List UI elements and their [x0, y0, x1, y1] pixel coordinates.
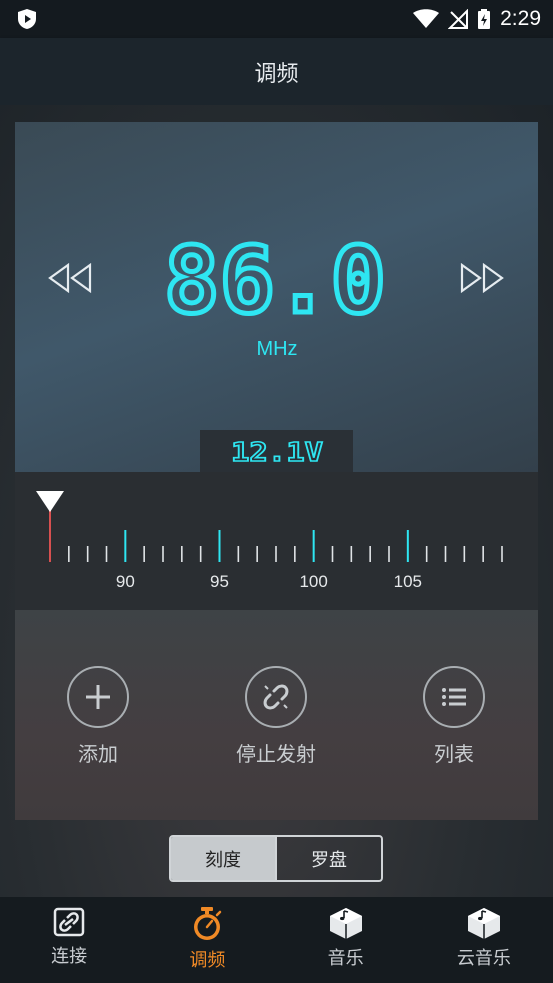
battery-charging-icon	[478, 9, 491, 29]
list-circle	[423, 666, 485, 728]
nav-label-connect: 连接	[51, 946, 88, 967]
page-title: 调频	[254, 61, 299, 87]
frequency-readout: 86.0	[162, 236, 389, 326]
voltage-readout: 12.1V	[200, 430, 353, 473]
broken-link-icon	[263, 684, 289, 710]
add-circle	[67, 666, 129, 728]
stop-transmit-button[interactable]: 停止发射	[221, 666, 331, 767]
nav-item-connect[interactable]: 连接	[0, 897, 138, 983]
view-mode-toggle[interactable]: 刻度 罗盘	[169, 835, 383, 882]
add-button[interactable]: 添加	[43, 666, 153, 767]
scale-label: 105	[394, 572, 422, 591]
frequency-scale-panel[interactable]: 90 95 100 105	[15, 472, 538, 610]
scale-label: 95	[210, 572, 229, 591]
app-shield-icon	[18, 9, 36, 29]
link-icon	[53, 907, 85, 937]
scale-label: 100	[299, 572, 327, 591]
nav-label-fm: 调频	[189, 950, 226, 971]
bottom-navigation: 连接 调频 音乐 云音乐	[0, 897, 553, 983]
nav-item-fm[interactable]: 调频	[138, 897, 276, 983]
nav-label-music: 音乐	[327, 948, 364, 969]
frequency-pointer-handle[interactable]	[36, 491, 64, 512]
fast-forward-icon	[460, 263, 504, 293]
seek-back-button[interactable]	[44, 258, 96, 298]
scale-view-tab[interactable]: 刻度	[171, 837, 275, 880]
music-box-icon	[329, 908, 362, 939]
nav-label-cloud-music: 云音乐	[456, 948, 511, 969]
nav-item-music[interactable]: 音乐	[277, 897, 415, 983]
add-label: 添加	[78, 742, 118, 766]
no-signal-icon	[448, 9, 469, 29]
stopwatch-icon	[194, 907, 222, 940]
nav-item-cloud-music[interactable]: 云音乐	[415, 897, 553, 983]
cloud-music-box-icon	[467, 908, 500, 939]
voltage-value: 12.1V	[231, 438, 323, 467]
frequency-unit: MHz	[256, 338, 298, 360]
seek-forward-button[interactable]	[456, 258, 508, 298]
list-button[interactable]: 列表	[399, 666, 509, 767]
scale-label: 90	[116, 572, 135, 591]
page-title-bar: 调频	[0, 38, 553, 105]
wifi-icon	[413, 9, 440, 28]
rewind-icon	[48, 263, 92, 293]
voltage-svg: 12.1V	[230, 437, 324, 467]
list-label: 列表	[434, 742, 474, 766]
status-time: 2:29	[500, 7, 541, 30]
frequency-value: 86.0	[164, 236, 386, 326]
stop-transmit-circle	[245, 666, 307, 728]
status-bar: 2:29	[0, 0, 553, 38]
stop-transmit-label: 停止发射	[236, 742, 316, 766]
list-icon	[442, 688, 466, 706]
plus-icon	[86, 685, 110, 709]
frequency-scale[interactable]: 90 95 100 105	[15, 472, 538, 610]
dial-view-tab[interactable]: 罗盘	[275, 837, 381, 880]
